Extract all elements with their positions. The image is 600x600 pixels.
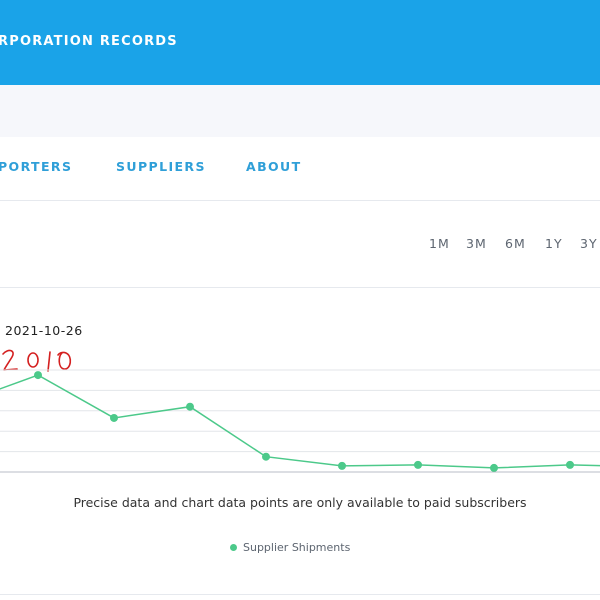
- data-point[interactable]: [110, 413, 118, 422]
- range-button-3y[interactable]: 3Y: [580, 236, 598, 251]
- page: RPORATION RECORDS PORTERS SUPPLIERS ABOU…: [0, 0, 600, 600]
- chart-points: [34, 371, 574, 472]
- line-chart: [0, 369, 600, 473]
- nav-item-suppliers[interactable]: SUPPLIERS: [116, 159, 206, 174]
- range-button-6m[interactable]: 6M: [505, 236, 526, 251]
- chart-legend[interactable]: Supplier Shipments: [230, 541, 350, 554]
- range-button-3m[interactable]: 3M: [466, 236, 487, 251]
- series-line-supplier-shipments: [0, 374, 600, 469]
- app-header: RPORATION RECORDS: [0, 0, 600, 85]
- data-point[interactable]: [414, 460, 422, 469]
- data-point[interactable]: [566, 460, 574, 469]
- nav-item-about[interactable]: ABOUT: [246, 159, 302, 174]
- nav-item-porters[interactable]: PORTERS: [0, 159, 72, 174]
- time-range-selector: 1M 3M 6M 1Y 3Y: [0, 201, 600, 288]
- range-button-1m[interactable]: 1M: [429, 236, 450, 251]
- app-title[interactable]: RPORATION RECORDS: [0, 34, 178, 49]
- data-point[interactable]: [338, 461, 346, 470]
- subscriber-notice: Precise data and chart data points are o…: [73, 495, 527, 510]
- chart-date-label: 2021-10-26: [5, 323, 83, 338]
- divider: [0, 594, 600, 595]
- main-nav: PORTERS SUPPLIERS ABOUT: [0, 137, 600, 201]
- data-point[interactable]: [490, 463, 498, 472]
- legend-dot-icon: [230, 543, 237, 551]
- data-point[interactable]: [186, 402, 194, 411]
- legend-label: Supplier Shipments: [243, 541, 351, 554]
- data-point[interactable]: [262, 452, 270, 461]
- sub-header-bar: [0, 85, 600, 137]
- data-point[interactable]: [34, 371, 42, 380]
- chart-series-line: [0, 374, 600, 469]
- chart-gridlines: [0, 369, 600, 473]
- range-button-1y[interactable]: 1Y: [545, 236, 563, 251]
